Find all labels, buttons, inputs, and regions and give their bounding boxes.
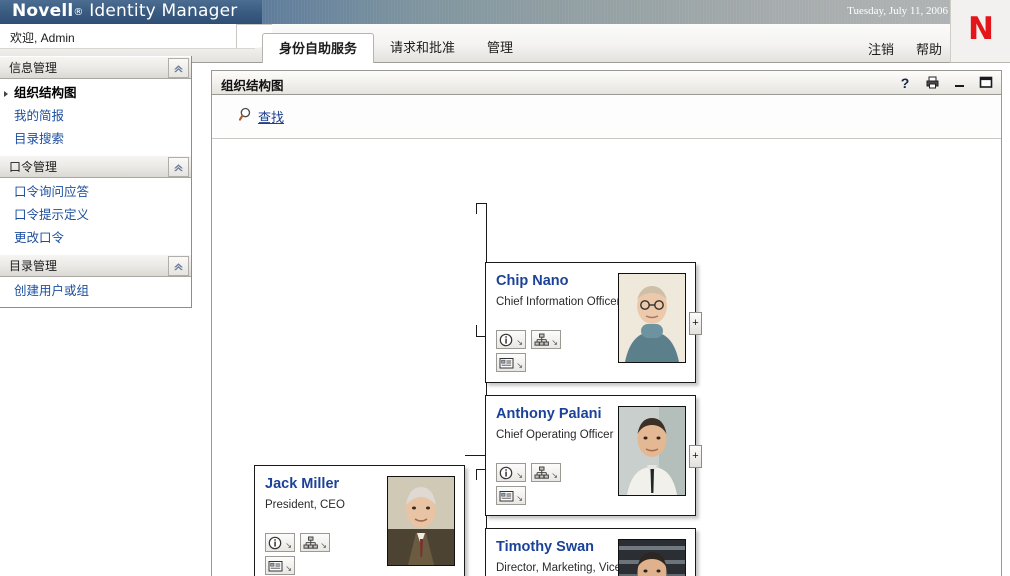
org-chart-button[interactable]: ↘ [531,330,561,349]
print-icon[interactable] [925,75,939,91]
org-card-title: Director, Marketing, Vice President [496,562,622,574]
expand-children-button[interactable]: + [689,312,702,335]
connector-child-stub-1 [476,203,477,214]
chevron-up-icon[interactable] [168,157,189,177]
main-tabs: 身份自助服务 请求和批准 管理 [262,33,529,63]
dropdown-arrow-icon: ↘ [285,564,292,573]
org-chart-panel: 组织结构图 ? 查找 Jack Miller President, CEO ↘ … [211,70,1002,576]
sidebar-section-header-password: 口令管理 [0,155,191,178]
sidebar-item-create-user-or-group[interactable]: 创建用户或组 [0,280,191,303]
panel-tool-buttons: ? [898,71,993,94]
dropdown-arrow-icon: ↘ [516,471,523,480]
sidebar: 信息管理 组织结构图 我的简报 目录搜索 口令管理 口令询问应答 口令提示定义 … [0,56,192,308]
maximize-icon[interactable] [979,75,993,91]
dropdown-arrow-icon: ↘ [516,361,523,370]
help-link[interactable]: 帮助 [916,39,942,58]
org-card-title: Chief Information Officer [496,296,621,308]
connector-child-stub-2 [476,325,477,336]
detail-info-button[interactable]: ↘ [496,463,526,482]
novell-logo-icon: N [968,11,994,47]
sidebar-item-directory-search[interactable]: 目录搜索 [0,128,191,151]
org-card-title: Chief Operating Officer [496,429,614,441]
expand-children-button[interactable]: + [689,445,702,468]
sidebar-section-title-directory: 目录管理 [9,259,58,273]
chevron-up-icon[interactable] [168,256,189,276]
vcard-button[interactable]: ↘ [496,353,526,372]
org-card-title: President, CEO [265,499,345,511]
org-card-root[interactable]: Jack Miller President, CEO ↘ ↘ ↘ [254,465,465,576]
panel-header: 组织结构图 ? [212,71,1001,95]
brand-name: Novell [12,1,74,21]
connector-trunk [486,203,487,576]
sidebar-items-information: 组织结构图 我的简报 目录搜索 [0,79,191,155]
brand-title: Novell® Identity Manager [12,1,237,21]
chevron-up-icon[interactable] [168,58,189,78]
page-title: 组织结构图 [221,79,284,93]
dropdown-arrow-icon: ↘ [516,494,523,503]
brand-product: Identity Manager [89,1,238,21]
help-glyph: ? [900,74,910,91]
avatar [618,273,686,363]
avatar [618,539,686,576]
dropdown-arrow-icon: ↘ [285,541,292,550]
novell-logo-panel: N [950,0,1010,63]
sidebar-item-my-profile[interactable]: 我的简报 [0,105,191,128]
sidebar-item-password-hint-definition[interactable]: 口令提示定义 [0,204,191,227]
org-card-child-2[interactable]: Anthony Palani Chief Operating Officer ↘… [485,395,702,516]
sidebar-section-header-information: 信息管理 [0,56,191,79]
dropdown-arrow-icon: ↘ [551,471,558,480]
dropdown-arrow-icon: ↘ [320,541,327,550]
sidebar-item-password-challenge-response[interactable]: 口令询问应答 [0,181,191,204]
minimize-icon[interactable] [952,75,966,91]
org-card-actions: ↘ ↘ ↘ [496,330,561,372]
top-nav-links: 注销 帮助 [868,34,942,62]
org-card-child-1[interactable]: Chip Nano Chief Information Officer ↘ ↘ … [485,262,702,383]
detail-info-button[interactable]: ↘ [496,330,526,349]
org-card-child-3[interactable]: Timothy Swan Director, Marketing, Vice P… [485,528,696,576]
avatar [387,476,455,566]
sidebar-section-header-directory: 目录管理 [0,254,191,277]
brand-bar: Novell® Identity Manager Tuesday, July 1… [0,0,1010,24]
search-icon [238,107,255,126]
tab-requests-approvals[interactable]: 请求和批准 [374,34,471,62]
sidebar-item-change-password[interactable]: 更改口令 [0,227,191,250]
welcome-message: 欢迎, Admin [10,31,75,45]
application-window: Novell® Identity Manager Tuesday, July 1… [0,0,1010,576]
sidebar-items-directory: 创建用户或组 [0,277,191,307]
find-button[interactable]: 查找 [238,107,285,126]
panel-toolbar: 查找 [212,95,1001,139]
org-chart-canvas: Jack Miller President, CEO ↘ ↘ ↘ Chip Na… [212,139,1001,576]
avatar [618,406,686,496]
org-card-actions: ↘ ↘ ↘ [496,463,561,505]
current-date: Tuesday, July 11, 2006 [847,5,948,17]
dropdown-arrow-icon: ↘ [516,338,523,347]
connector-branch-1 [476,203,487,204]
connector-child-stub-3 [476,469,477,480]
sidebar-item-org-chart[interactable]: 组织结构图 [0,82,191,105]
sidebar-items-password: 口令询问应答 口令提示定义 更改口令 [0,178,191,254]
tab-identity-self-service[interactable]: 身份自助服务 [262,33,375,63]
sidebar-section-title-information: 信息管理 [9,61,58,75]
detail-info-button[interactable]: ↘ [265,533,295,552]
vcard-button[interactable]: ↘ [496,486,526,505]
help-icon[interactable]: ? [898,75,912,91]
org-card-actions: ↘ ↘ ↘ [265,533,330,575]
org-chart-button[interactable]: ↘ [531,463,561,482]
logout-link[interactable]: 注销 [868,39,894,58]
tab-administration[interactable]: 管理 [471,34,529,62]
vcard-button[interactable]: ↘ [265,556,295,575]
org-chart-button[interactable]: ↘ [300,533,330,552]
dropdown-arrow-icon: ↘ [551,338,558,347]
connector-root-out [465,455,487,456]
sidebar-section-title-password: 口令管理 [9,160,58,174]
current-item-marker-icon [4,91,8,97]
sidebar-item-label: 组织结构图 [14,86,77,100]
registered-mark-icon: ® [73,7,84,18]
find-label: 查找 [258,110,285,125]
